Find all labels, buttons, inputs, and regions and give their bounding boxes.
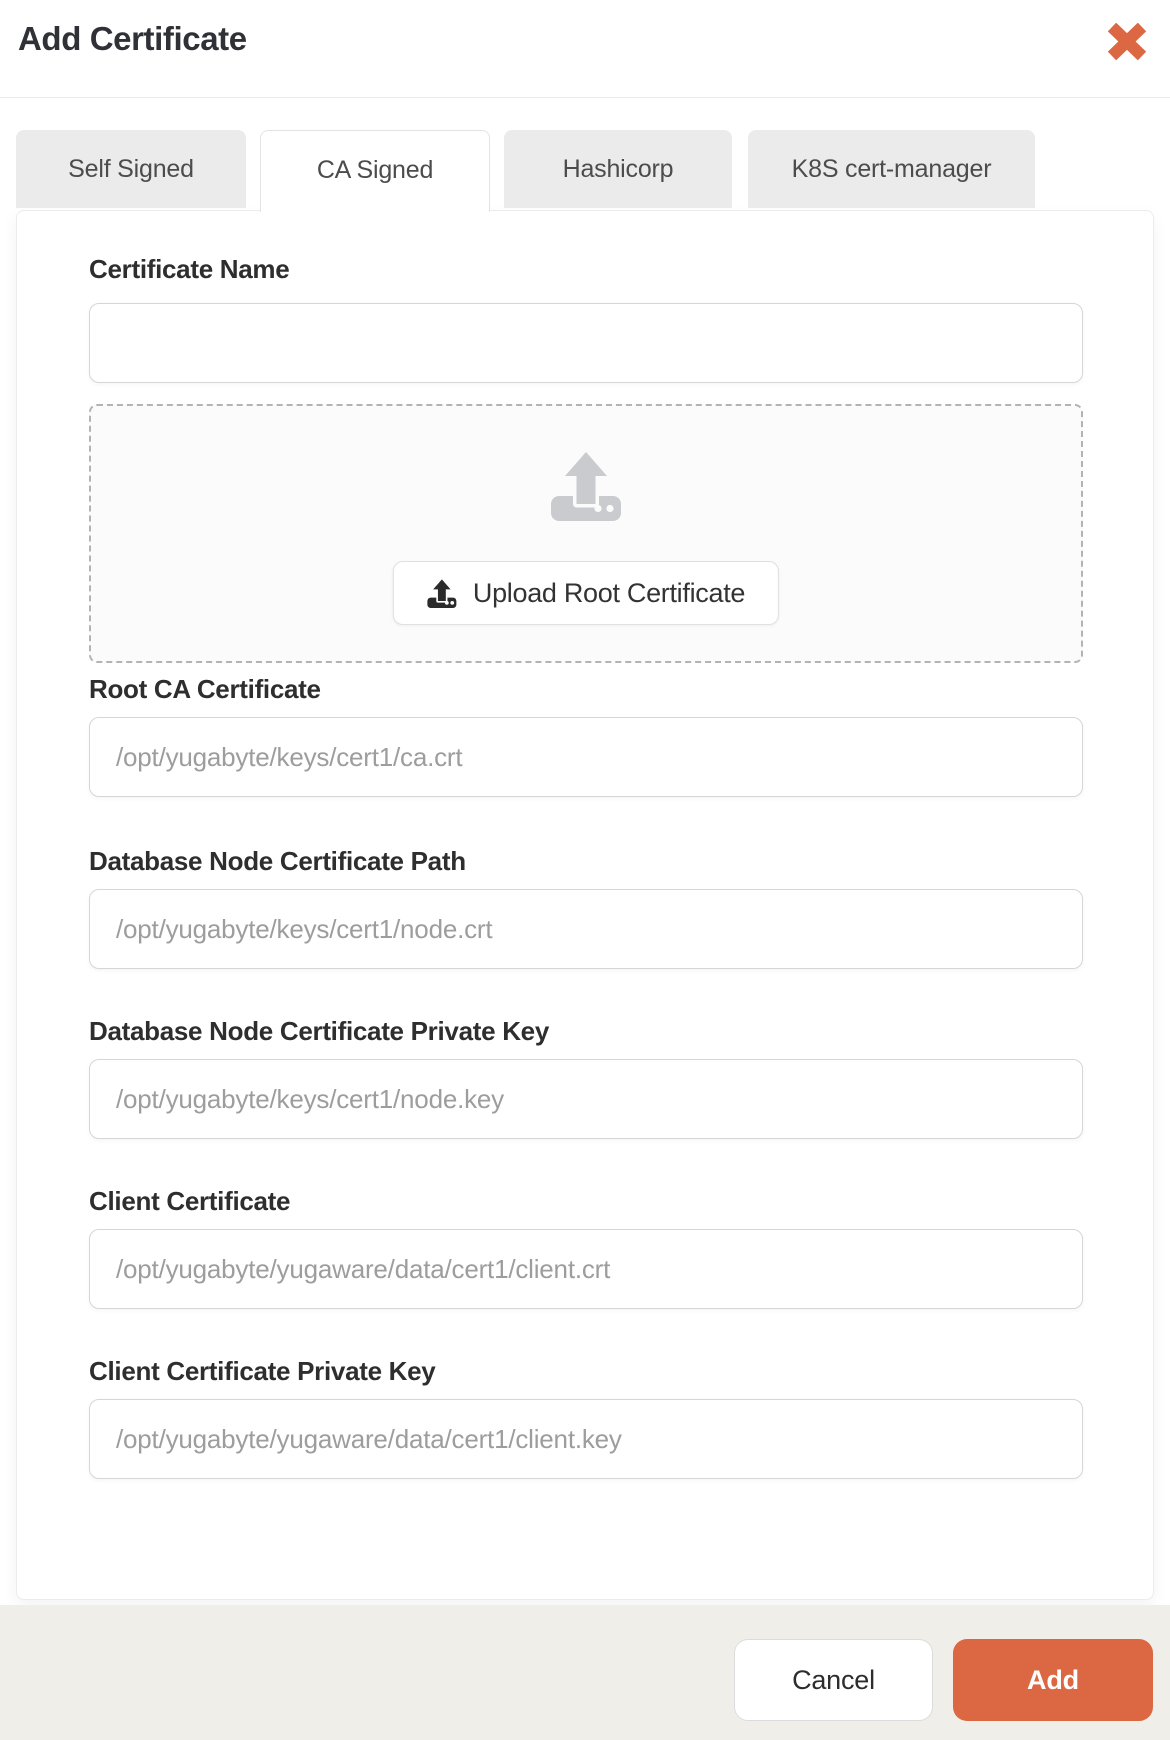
client-certificate-input[interactable] [89,1229,1083,1309]
tab-hashicorp[interactable]: Hashicorp [504,130,732,208]
tab-ca-signed[interactable]: CA Signed [260,130,490,212]
tab-k8s-cert-manager[interactable]: K8S cert-manager [748,130,1035,208]
root-ca-certificate-label: Root CA Certificate [89,674,321,704]
upload-button-icon [427,578,457,608]
upload-button-label: Upload Root Certificate [472,577,746,608]
ca-signed-tab-panel: Certificate Name Upload Root Certificate… [16,210,1154,1600]
cancel-button[interactable]: Cancel [734,1639,933,1721]
certificate-name-input[interactable] [89,303,1083,383]
root-ca-certificate-input[interactable] [89,717,1083,797]
upload-root-certificate-button[interactable]: Upload Root Certificate [392,561,780,625]
upload-icon [551,451,621,521]
client-certificate-label: Client Certificate [89,1186,291,1216]
tab-bar: Self Signed CA Signed Hashicorp K8S cert… [16,130,1035,212]
x-mark-glyph [1107,22,1147,60]
add-certificate-modal: Add Certificate Self Signed CA Signed Ha… [0,0,1170,1740]
client-certificate-private-key-label: Client Certificate Private Key [89,1356,436,1386]
tab-self-signed[interactable]: Self Signed [16,130,246,208]
client-certificate-private-key-input[interactable] [89,1399,1083,1479]
database-node-certificate-path-label: Database Node Certificate Path [89,846,466,876]
certificate-name-label: Certificate Name [89,254,290,284]
database-node-certificate-path-input[interactable] [89,889,1083,969]
add-button[interactable]: Add [953,1639,1153,1721]
modal-footer: Cancel Add [0,1605,1170,1740]
page-title: Add Certificate [18,20,247,57]
header-divider [0,97,1170,98]
database-node-certificate-private-key-input[interactable] [89,1059,1083,1139]
root-certificate-dropzone[interactable]: Upload Root Certificate [89,404,1083,663]
database-node-certificate-private-key-label: Database Node Certificate Private Key [89,1016,549,1046]
close-icon[interactable] [1102,18,1152,64]
